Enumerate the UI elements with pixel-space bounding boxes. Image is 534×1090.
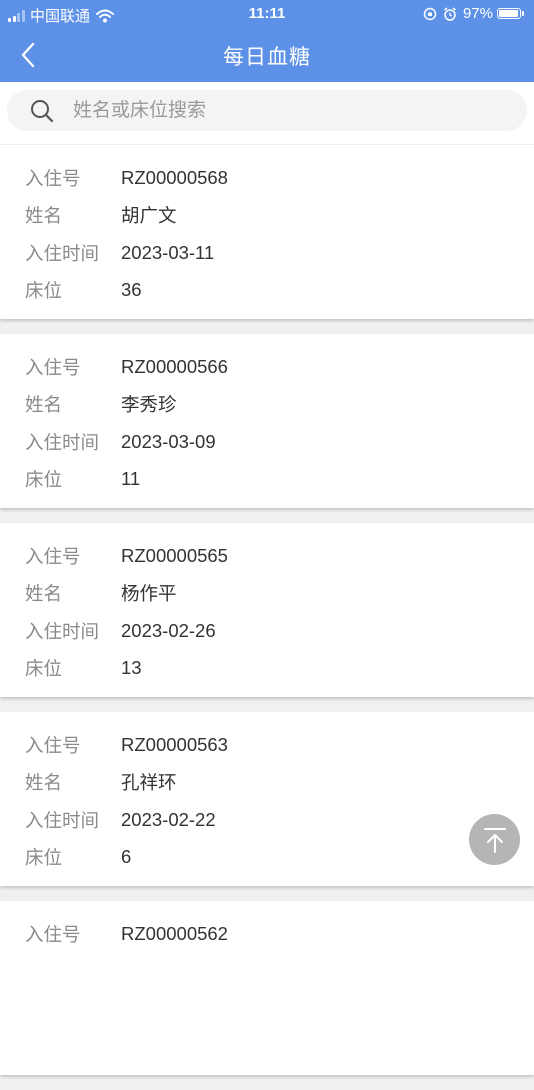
- admission-no-value: RZ00000568: [121, 166, 228, 188]
- record-row-bed: 床位 11: [0, 461, 534, 499]
- record-row-admission-time: 入住时间 2023-03-11: [0, 234, 534, 272]
- record-row-admission-no: 入住号 RZ00000568: [0, 159, 534, 197]
- orientation-lock-icon: [423, 7, 437, 20]
- admission-time-value: 2023-03-09: [121, 430, 216, 452]
- bed-label: 床位: [25, 280, 63, 302]
- admission-time-label: 入住时间: [25, 242, 100, 264]
- bed-value: 11: [121, 468, 141, 490]
- admission-time-label: 入住时间: [25, 809, 100, 831]
- search-input[interactable]: [71, 98, 495, 123]
- admission-time-label: 入住时间: [25, 620, 100, 642]
- admission-no-value: RZ00000565: [121, 544, 228, 566]
- record-row-admission-no: 入住号 RZ00000566: [0, 348, 534, 386]
- name-value: 李秀珍: [121, 394, 177, 416]
- nav-bar: 每日血糖: [0, 28, 534, 82]
- admission-no-value: RZ00000562: [121, 922, 228, 944]
- record-row-bed: 床位 13: [0, 650, 534, 688]
- admission-no-label: 入住号: [25, 545, 81, 567]
- record-card[interactable]: 入住号 RZ00000568 姓名 胡广文 入住时间 2023-03-11 床位…: [0, 145, 534, 319]
- admission-no-label: 入住号: [25, 923, 81, 945]
- record-row-admission-time: 入住时间 2023-02-22: [0, 801, 534, 839]
- record-row-name: 姓名 孔祥环: [0, 764, 534, 802]
- admission-no-label: 入住号: [25, 167, 81, 189]
- record-card[interactable]: 入住号 RZ00000565 姓名 杨作平 入住时间 2023-02-26 床位…: [0, 523, 534, 697]
- bed-label: 床位: [25, 847, 63, 869]
- record-row-admission-no: 入住号 RZ00000565: [0, 537, 534, 575]
- record-row-bed: 床位 6: [0, 839, 534, 877]
- record-row-admission-no: 入住号 RZ00000562: [0, 915, 534, 953]
- record-row-admission-time: 入住时间 2023-03-09: [0, 423, 534, 461]
- admission-no-label: 入住号: [25, 356, 81, 378]
- bed-label: 床位: [25, 658, 63, 680]
- back-to-top-button[interactable]: [469, 814, 520, 865]
- bed-label: 床位: [25, 469, 63, 491]
- record-row-name: 姓名 李秀珍: [0, 386, 534, 424]
- status-bar: 中国联通 11:11 97%: [0, 0, 534, 28]
- name-label: 姓名: [25, 772, 63, 794]
- alarm-icon: [444, 6, 456, 21]
- battery-percent: 97%: [462, 5, 493, 22]
- bed-value: 13: [121, 657, 142, 679]
- name-value: 杨作平: [121, 583, 177, 605]
- name-label: 姓名: [25, 583, 63, 605]
- arrow-up-to-top-icon: [483, 827, 506, 853]
- record-row-admission-no: 入住号 RZ00000563: [0, 726, 534, 764]
- search-bar: [0, 82, 534, 144]
- record-row-bed: 床位 36: [0, 272, 534, 310]
- record-row-name: 姓名 胡广文: [0, 197, 534, 235]
- page-title: 每日血糖: [223, 46, 311, 69]
- bed-value: 36: [121, 279, 142, 301]
- name-value: 孔祥环: [121, 772, 177, 794]
- battery-icon: [497, 8, 524, 19]
- admission-no-label: 入住号: [25, 734, 81, 756]
- admission-time-value: 2023-02-22: [121, 808, 216, 830]
- record-list: 入住号 RZ00000568 姓名 胡广文 入住时间 2023-03-11 床位…: [0, 145, 534, 1090]
- admission-time-value: 2023-03-11: [121, 241, 215, 263]
- name-value: 胡广文: [121, 205, 177, 227]
- record-card[interactable]: 入住号 RZ00000563 姓名 孔祥环 入住时间 2023-02-22 床位…: [0, 712, 534, 886]
- record-card[interactable]: 入住号 RZ00000562: [0, 901, 534, 1075]
- search-icon: [31, 99, 54, 122]
- admission-no-value: RZ00000563: [121, 733, 228, 755]
- name-label: 姓名: [25, 394, 63, 416]
- admission-time-value: 2023-02-26: [121, 619, 216, 641]
- bed-value: 6: [121, 846, 132, 868]
- admission-time-label: 入住时间: [25, 431, 100, 453]
- record-row-name: 姓名 杨作平: [0, 575, 534, 613]
- record-card[interactable]: 入住号 RZ00000566 姓名 李秀珍 入住时间 2023-03-09 床位…: [0, 334, 534, 508]
- admission-no-value: RZ00000566: [121, 355, 228, 377]
- name-label: 姓名: [25, 205, 63, 227]
- record-row-admission-time: 入住时间 2023-02-26: [0, 612, 534, 650]
- search-box[interactable]: [7, 90, 527, 131]
